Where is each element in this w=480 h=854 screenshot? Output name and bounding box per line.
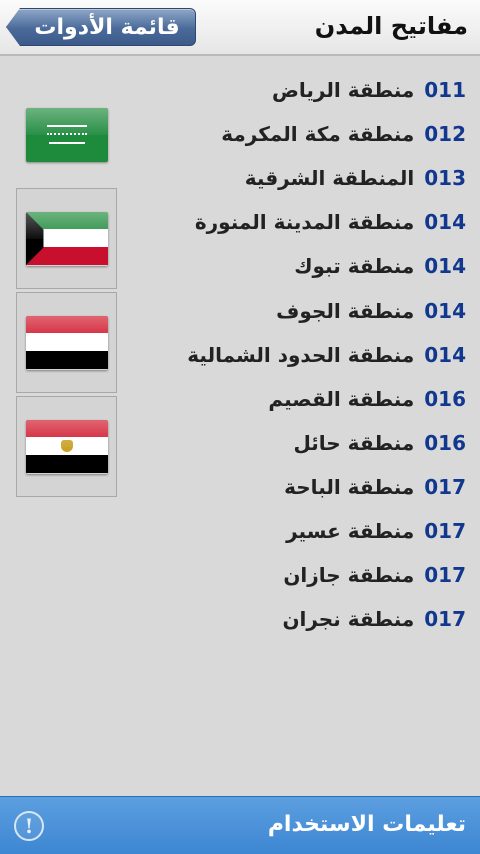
- region-name: منطقة تبوك: [294, 254, 415, 279]
- list-item[interactable]: منطقة حائل 016: [126, 421, 466, 465]
- region-name: منطقة الرياض: [272, 78, 415, 103]
- region-code: 017: [424, 518, 466, 543]
- list-item[interactable]: المنطقة الشرقية 013: [126, 156, 466, 200]
- region-name: منطقة القصيم: [268, 386, 415, 411]
- region-code: 016: [424, 430, 466, 455]
- list-item[interactable]: منطقة جازان 017: [126, 553, 466, 597]
- region-code: 017: [424, 474, 466, 499]
- region-code: 011: [424, 78, 466, 103]
- region-code: 017: [424, 607, 466, 632]
- saudi-arabia-flag-icon: [25, 107, 108, 162]
- kuwait-flag-icon: [25, 211, 108, 266]
- region-code: 016: [424, 386, 466, 411]
- country-tab-yemen[interactable]: [16, 292, 117, 393]
- country-tab-saudi-arabia[interactable]: [16, 84, 117, 185]
- help-bar[interactable]: ! تعليمات الاستخدام: [0, 796, 480, 854]
- back-button-label: قائمة الأدوات: [34, 14, 180, 40]
- region-code-list: منطقة الرياض 011 منطقة مكة المكرمة 012 الم…: [126, 68, 466, 641]
- region-name: منطقة نجران: [282, 607, 415, 632]
- region-code: 017: [424, 563, 466, 588]
- egypt-flag-icon: [25, 419, 108, 474]
- list-item[interactable]: منطقة المدينة المنورة 014: [126, 200, 466, 244]
- page-title: مفاتيح المدن: [314, 12, 468, 40]
- region-code: 014: [424, 210, 466, 235]
- region-code: 014: [424, 298, 466, 323]
- country-selector: [16, 84, 117, 500]
- region-name: منطقة جازان: [283, 563, 415, 588]
- list-item[interactable]: منطقة الجوف 014: [126, 288, 466, 332]
- list-item[interactable]: منطقة الحدود الشمالية 014: [126, 333, 466, 377]
- region-name: منطقة الباحة: [284, 474, 415, 499]
- region-name: منطقة عسير: [286, 518, 415, 543]
- region-code: 013: [424, 166, 466, 191]
- list-item[interactable]: منطقة الباحة 017: [126, 465, 466, 509]
- region-name: منطقة الجوف: [276, 298, 415, 323]
- region-code: 014: [424, 342, 466, 367]
- region-name: منطقة حائل: [293, 430, 415, 455]
- list-item[interactable]: منطقة الرياض 011: [126, 68, 466, 112]
- tools-menu-back-button[interactable]: قائمة الأدوات: [6, 8, 196, 46]
- region-name: منطقة مكة المكرمة: [221, 122, 415, 147]
- country-tab-egypt[interactable]: [16, 396, 117, 497]
- list-item[interactable]: منطقة مكة المكرمة 012: [126, 112, 466, 156]
- list-item[interactable]: منطقة عسير 017: [126, 509, 466, 553]
- list-item[interactable]: منطقة القصيم 016: [126, 377, 466, 421]
- info-icon[interactable]: !: [14, 811, 44, 841]
- region-code: 012: [424, 122, 466, 147]
- list-item[interactable]: منطقة نجران 017: [126, 597, 466, 641]
- usage-instructions-label: تعليمات الاستخدام: [267, 812, 466, 837]
- region-name: المنطقة الشرقية: [244, 166, 415, 191]
- country-tab-kuwait[interactable]: [16, 188, 117, 289]
- region-name: منطقة الحدود الشمالية: [187, 342, 415, 367]
- region-code: 014: [424, 254, 466, 279]
- top-bar: قائمة الأدوات مفاتيح المدن: [0, 0, 480, 56]
- list-item[interactable]: منطقة تبوك 014: [126, 244, 466, 288]
- region-name: منطقة المدينة المنورة: [194, 210, 415, 235]
- yemen-flag-icon: [25, 315, 108, 370]
